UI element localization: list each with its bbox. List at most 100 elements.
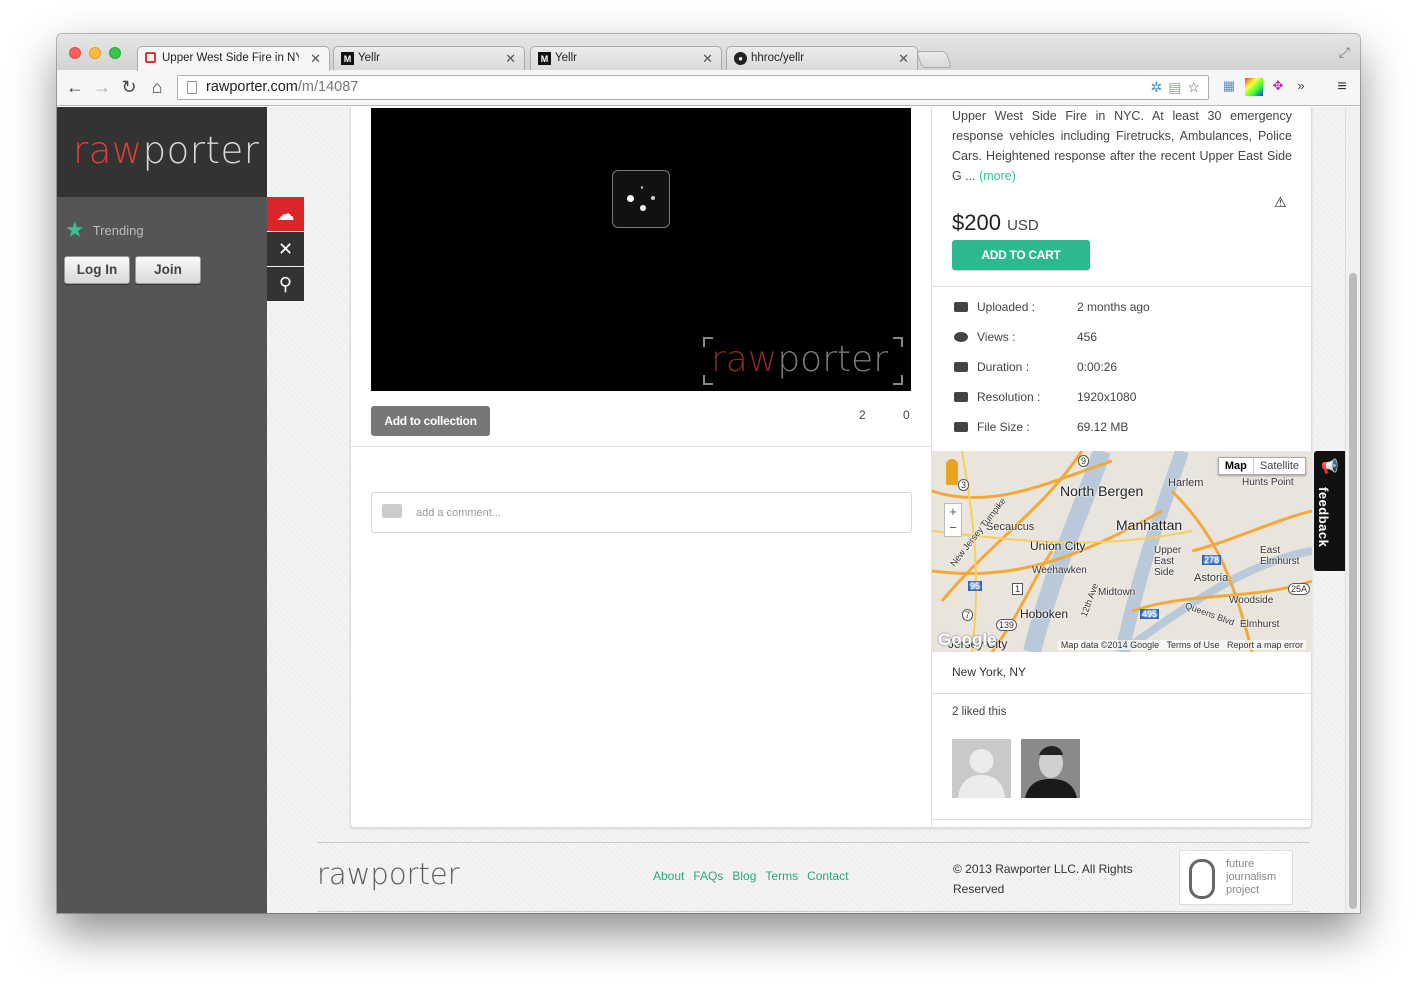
menu-hamburger-icon[interactable]: ≡ — [1333, 78, 1351, 96]
map-type-map[interactable]: Map — [1219, 458, 1254, 474]
footer-logo[interactable]: rawporter — [317, 857, 460, 891]
home-icon[interactable]: ⌂ — [147, 77, 167, 98]
tab-github-yellr[interactable]: ● hhroc/yellr ✕ — [726, 46, 918, 70]
bookmark-star-icon[interactable]: ☆ — [1187, 79, 1200, 96]
more-extensions-icon[interactable]: » — [1292, 78, 1310, 96]
footer-links: About FAQs Blog Terms Contact — [653, 869, 848, 883]
extension-globe-icon[interactable]: ▦ — [1220, 78, 1238, 96]
map-type-satellite[interactable]: Satellite — [1254, 458, 1305, 474]
upload-cloud-button[interactable]: ☁ — [267, 197, 304, 231]
search-button[interactable]: ⚲ — [267, 267, 304, 301]
sidebar: rawporter ★ Trending Log In Join — [57, 107, 267, 913]
add-to-collection-button[interactable]: Add to collection — [371, 406, 490, 436]
google-logo[interactable]: Google — [938, 630, 997, 650]
site-footer: rawporter About FAQs Blog Terms Contact … — [317, 842, 1310, 912]
footer-link-about[interactable]: About — [653, 869, 684, 883]
scrollbar-thumb[interactable] — [1349, 273, 1357, 909]
extension-network-icon[interactable]: ✲ — [1150, 79, 1162, 96]
zoom-window-button[interactable] — [109, 47, 121, 59]
login-button[interactable]: Log In — [64, 256, 130, 284]
meta-uploaded: Uploaded :2 months ago — [952, 300, 1292, 316]
map-attribution: Map data ©2014 Google Terms of Use Repor… — [1057, 640, 1306, 650]
close-window-button[interactable] — [69, 47, 81, 59]
location-map[interactable]: North Bergen Harlem Hunts Point Secaucus… — [932, 451, 1312, 652]
report-warning-icon[interactable]: ⚠ — [1274, 194, 1287, 211]
future-journalism-project-badge[interactable]: future journalism project — [1179, 850, 1293, 905]
terms-of-use-link[interactable]: Terms of Use — [1166, 640, 1219, 650]
add-to-cart-button[interactable]: ADD TO CART — [952, 240, 1090, 270]
tab-yellr-1[interactable]: M Yellr ✕ — [333, 46, 525, 70]
page-scrollbar[interactable] — [1345, 107, 1360, 913]
feedback-tab[interactable]: 📢 feedback — [1314, 451, 1345, 571]
yellr-favicon-icon: M — [538, 52, 551, 65]
tab-close-icon[interactable]: ✕ — [505, 51, 516, 67]
comment-input[interactable]: add a comment... — [371, 492, 912, 533]
more-link[interactable]: (more) — [979, 169, 1016, 183]
new-tab-button[interactable] — [915, 51, 953, 68]
media-description: Upper West Side Fire in NYC. At least 30… — [952, 109, 1292, 183]
reload-icon[interactable]: ↻ — [119, 77, 139, 98]
close-icon: ✕ — [277, 238, 294, 259]
camera-icon — [954, 302, 968, 312]
map-zoom-control[interactable]: + − — [944, 503, 962, 537]
zoom-out-icon[interactable]: − — [945, 520, 961, 536]
tab-close-icon[interactable]: ✕ — [898, 51, 909, 67]
url-host: rawporter.com — [206, 79, 298, 95]
sidebar-item-trending[interactable]: ★ Trending — [65, 219, 144, 241]
meta-resolution: Resolution :1920x1080 — [952, 390, 1292, 406]
forward-arrow-icon[interactable]: → — [92, 77, 112, 98]
extension-color-icon[interactable] — [1245, 78, 1263, 96]
footer-link-terms[interactable]: Terms — [765, 869, 798, 883]
join-button[interactable]: Join — [135, 256, 201, 284]
back-arrow-icon[interactable]: ← — [65, 77, 85, 98]
rss-icon[interactable]: ▤ — [1168, 79, 1181, 96]
avatar-user-photo[interactable] — [1021, 739, 1080, 798]
url-path: /m/14087 — [297, 79, 359, 95]
tab-yellr-2[interactable]: M Yellr ✕ — [530, 46, 722, 70]
tab-title: Upper West Side Fire in NY — [162, 52, 299, 64]
footer-link-contact[interactable]: Contact — [807, 869, 848, 883]
tab-title: Yellr — [358, 52, 380, 64]
sidebar-logo[interactable]: rawporter — [57, 107, 267, 197]
rawporter-favicon-icon — [145, 52, 156, 63]
user-photo-icon — [1021, 739, 1080, 798]
browser-toolbar: ← → ↻ ⌂ rawporter.com/m/14087 ✲ ▤ ☆ ▦ ✥ … — [57, 70, 1360, 106]
extension-move-icon[interactable]: ✥ — [1269, 78, 1287, 96]
cloud-upload-icon: ☁ — [276, 203, 295, 224]
zoom-in-icon[interactable]: + — [945, 504, 961, 520]
yellr-favicon-icon: M — [341, 52, 354, 65]
sidebar-item-label: Trending — [92, 222, 144, 238]
user-silhouette-icon — [958, 749, 1005, 798]
search-icon: ⚲ — [278, 273, 293, 294]
feedback-label: feedback — [1316, 487, 1331, 548]
avatar-default[interactable] — [952, 739, 1011, 798]
camera-icon — [954, 392, 968, 402]
comment-bubble-icon — [382, 504, 402, 518]
fullscreen-icon[interactable]: ⤢ — [1339, 44, 1350, 61]
video-player[interactable]: rawporter — [371, 108, 911, 391]
tab-upper-west-side-fire[interactable]: Upper West Side Fire in NY ✕ — [137, 46, 330, 71]
address-bar[interactable]: rawporter.com/m/14087 ✲ ▤ ☆ — [177, 75, 1209, 100]
map-type-toggle[interactable]: Map Satellite — [1217, 457, 1306, 475]
tab-title: Yellr — [555, 52, 577, 64]
browser-window: Upper West Side Fire in NY ✕ M Yellr ✕ M… — [57, 34, 1360, 913]
media-column: rawporter Add to collection 2 0 add a co… — [351, 107, 932, 829]
report-map-error-link[interactable]: Report a map error — [1227, 640, 1303, 650]
location-text: New York, NY — [952, 665, 1027, 679]
divider — [932, 693, 1312, 694]
street-view-pegman-icon[interactable] — [946, 459, 958, 485]
close-panel-button[interactable]: ✕ — [267, 232, 304, 266]
minimize-window-button[interactable] — [89, 47, 101, 59]
media-card: rawporter Add to collection 2 0 add a co… — [350, 107, 1312, 829]
page-viewport: rawporter ★ Trending Log In Join ☁ ✕ ⚲ r… — [57, 107, 1360, 913]
meta-views: Views :456 — [952, 330, 1292, 346]
eye-icon — [954, 332, 968, 342]
footer-link-blog[interactable]: Blog — [732, 869, 756, 883]
star-icon: ★ — [65, 217, 85, 242]
details-column: Upper West Side Fire in NYC. At least 30… — [932, 107, 1312, 829]
footer-link-faqs[interactable]: FAQs — [693, 869, 723, 883]
tab-close-icon[interactable]: ✕ — [310, 51, 321, 67]
meta-duration: Duration :0:00:26 — [952, 360, 1292, 376]
tab-close-icon[interactable]: ✕ — [702, 51, 713, 67]
loading-spinner-icon — [612, 170, 670, 228]
